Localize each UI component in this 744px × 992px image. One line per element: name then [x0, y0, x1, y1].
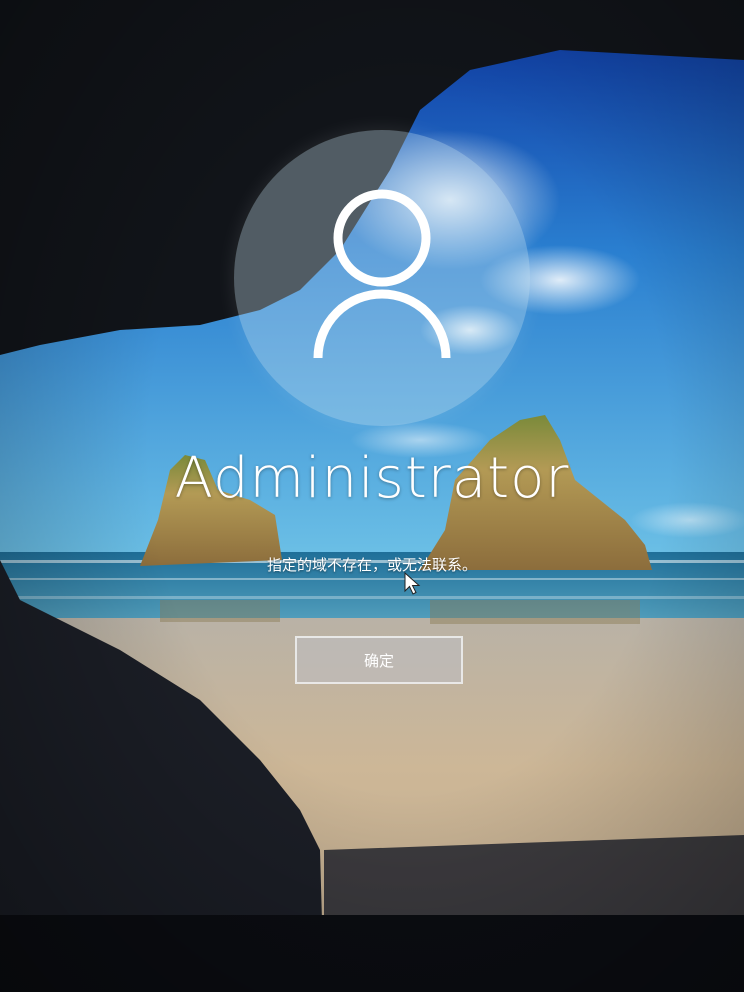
user-avatar [234, 130, 530, 426]
user-avatar-icon [313, 189, 451, 359]
ok-button[interactable]: 确定 [295, 636, 463, 684]
user-name: Administrator [174, 446, 570, 511]
lock-screen: Administrator 指定的域不存在，或无法联系。 确定 [0, 0, 744, 992]
error-message: 指定的域不存在，或无法联系。 [266, 556, 477, 574]
mouse-pointer-icon [404, 572, 421, 595]
